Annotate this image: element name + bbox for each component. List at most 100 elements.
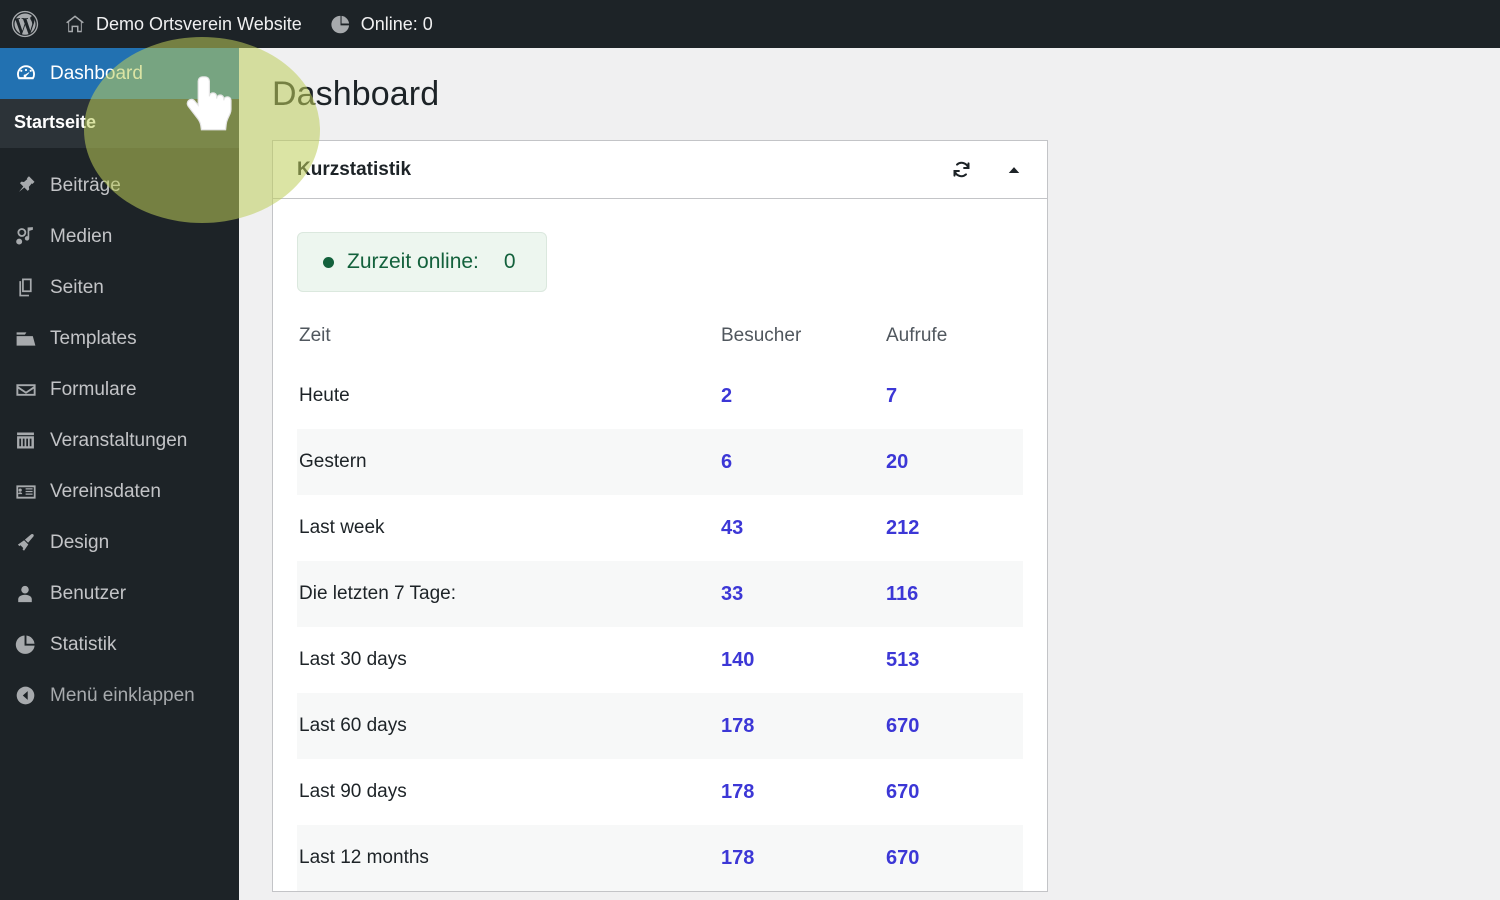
sidebar-item-templates[interactable]: Templates (0, 313, 239, 364)
online-status-button[interactable]: Online: 0 (316, 0, 447, 48)
sidebar-item-dashboard[interactable]: Dashboard (0, 48, 239, 99)
row-time-label: Last week (299, 517, 385, 538)
status-dot-icon (323, 256, 334, 268)
row-visitors-value[interactable]: 178 (721, 693, 886, 759)
widget-body: Zurzeit online: 0 Zeit Besucher Aufrufe … (273, 199, 1047, 891)
row-time-label: Last 90 days (299, 781, 407, 802)
sidebar-item-formulare[interactable]: Formulare (0, 364, 239, 415)
sidebar-subitem-startseite[interactable]: Startseite (0, 106, 239, 139)
id-card-icon (14, 480, 50, 504)
row-views-value[interactable]: 670 (886, 825, 1023, 891)
wordpress-logo-icon (10, 9, 40, 39)
screen: Demo Ortsverein Website Online: 0 Dashbo… (0, 0, 1500, 900)
row-visitors-value[interactable]: 2 (721, 363, 886, 429)
row-visitors-value[interactable]: 140 (721, 627, 886, 693)
sidebar-subitem-label: Startseite (14, 112, 97, 132)
dashboard-icon (14, 62, 50, 86)
sidebar-item-label: Formulare (50, 378, 137, 400)
sidebar-item-label: Beiträge (50, 174, 121, 196)
dashboard-submenu: Startseite (0, 99, 239, 148)
main-content: Dashboard Kurzstatistik Zurzeit online: … (239, 48, 1500, 900)
header-visitors: Besucher (721, 325, 802, 346)
sidebar-item-label: Veranstaltungen (50, 429, 188, 451)
widget-header: Kurzstatistik (273, 141, 1047, 199)
sidebar-item-label: Design (50, 531, 110, 553)
sidebar-item-veranstaltungen[interactable]: Veranstaltungen (0, 415, 239, 466)
table-row: Die letzten 7 Tage: 33 116 (297, 561, 1023, 627)
widget-title: Kurzstatistik (297, 158, 412, 180)
pin-icon (14, 174, 50, 197)
online-now-label: Zurzeit online: (347, 250, 479, 273)
online-now-value: 0 (503, 250, 516, 273)
house-icon (64, 13, 86, 35)
pages-icon (14, 276, 50, 299)
stats-table: Zeit Besucher Aufrufe Heute 2 7 Gestern 6 20 L… (297, 319, 1023, 891)
table-row: Last 90 days 178 670 (297, 759, 1023, 825)
row-views-value[interactable]: 20 (886, 429, 1023, 495)
row-visitors-value[interactable]: 178 (721, 825, 886, 891)
folder-icon (14, 327, 50, 351)
header-time: Zeit (299, 325, 331, 346)
row-time-label: Last 30 days (299, 649, 407, 670)
sidebar-item-benutzer[interactable]: Benutzer (0, 568, 239, 619)
sidebar-collapse-button[interactable]: Menü einklappen (0, 670, 239, 721)
sidebar-item-label: Vereinsdaten (50, 480, 161, 502)
row-visitors-value[interactable]: 43 (721, 495, 886, 561)
sidebar-item-label: Benutzer (50, 582, 127, 604)
row-time-label: Gestern (299, 451, 367, 472)
page-title: Dashboard (272, 75, 440, 113)
calendar-icon (14, 429, 50, 452)
sidebar-item-vereinsdaten[interactable]: Vereinsdaten (0, 466, 239, 517)
row-visitors-value[interactable]: 6 (721, 429, 886, 495)
sidebar-collapse-label: Menü einklappen (50, 684, 195, 706)
paintbrush-icon (14, 531, 50, 555)
stats-table-body: Heute 2 7 Gestern 6 20 Last week 43 212 Die letzt… (297, 363, 1023, 891)
row-time-label: Last 12 months (299, 847, 429, 868)
sidebar-item-medien[interactable]: Medien (0, 211, 239, 262)
sidebar-item-statistik[interactable]: Statistik (0, 619, 239, 670)
triangle-up-icon[interactable] (1001, 157, 1027, 183)
pie-chart-icon (14, 633, 50, 656)
refresh-icon[interactable] (948, 157, 974, 183)
table-row: Last week 43 212 (297, 495, 1023, 561)
row-views-value[interactable]: 116 (886, 561, 1023, 627)
user-icon (14, 583, 50, 605)
row-views-value[interactable]: 513 (886, 627, 1023, 693)
sidebar-item-label: Seiten (50, 276, 104, 298)
sidebar-item-label: Templates (50, 327, 137, 349)
row-time-label: Last 60 days (299, 715, 407, 736)
online-status-label: Online: 0 (360, 13, 433, 34)
table-row: Gestern 6 20 (297, 429, 1023, 495)
sidebar-item-label: Dashboard (50, 62, 143, 84)
row-time-label: Heute (299, 385, 350, 406)
table-row: Heute 2 7 (297, 363, 1023, 429)
row-views-value[interactable]: 670 (886, 759, 1023, 825)
table-row: Last 30 days 140 513 (297, 627, 1023, 693)
sidebar-item-design[interactable]: Design (0, 517, 239, 568)
row-views-value[interactable]: 7 (886, 363, 1023, 429)
admin-bar: Demo Ortsverein Website Online: 0 (0, 0, 1500, 48)
table-row: Last 60 days 178 670 (297, 693, 1023, 759)
stats-table-head: Zeit Besucher Aufrufe (297, 319, 1023, 363)
site-name-button[interactable]: Demo Ortsverein Website (50, 0, 316, 48)
collapse-arrow-icon (14, 684, 50, 707)
pie-chart-icon (330, 14, 351, 35)
table-row: Last 12 months 178 670 (297, 825, 1023, 891)
envelope-icon (14, 378, 50, 402)
widget-actions (948, 157, 1027, 183)
wordpress-logo-button[interactable] (0, 0, 50, 48)
row-visitors-value[interactable]: 33 (721, 561, 886, 627)
sidebar-item-label: Medien (50, 225, 113, 247)
site-name-label: Demo Ortsverein Website (96, 13, 302, 34)
sidebar-item-beitraege[interactable]: Beiträge (0, 160, 239, 211)
media-icon (14, 225, 50, 248)
sidebar-item-seiten[interactable]: Seiten (0, 262, 239, 313)
online-now-badge: Zurzeit online: 0 (297, 232, 547, 292)
header-views: Aufrufe (886, 325, 948, 346)
row-views-value[interactable]: 670 (886, 693, 1023, 759)
admin-sidebar: Dashboard Startseite Beiträge Medien Sei… (0, 48, 239, 900)
row-visitors-value[interactable]: 178 (721, 759, 886, 825)
row-views-value[interactable]: 212 (886, 495, 1023, 561)
kurzstatistik-widget: Kurzstatistik Zurzeit online: 0 Zeit Bes… (272, 140, 1048, 892)
menu-separator (0, 148, 239, 160)
